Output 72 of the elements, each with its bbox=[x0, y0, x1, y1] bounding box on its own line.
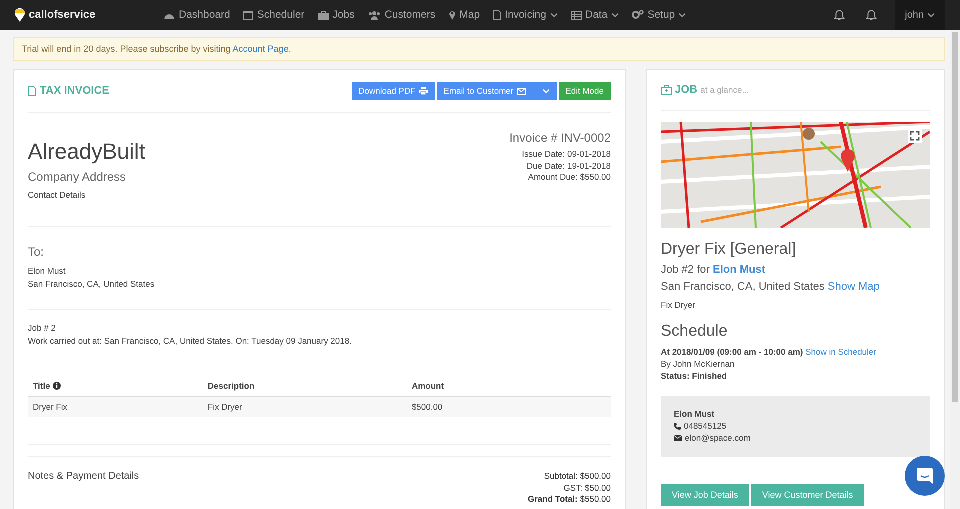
briefcase-icon bbox=[661, 85, 672, 95]
info-icon bbox=[52, 382, 61, 390]
work-location: Work carried out at: San Francisco, CA, United States. On: Tuesday 09 January 2018. bbox=[28, 335, 353, 348]
total-line: GST: $50.00 bbox=[562, 482, 611, 494]
gears-icon bbox=[632, 10, 644, 20]
nav-item[interactable]: Scheduler bbox=[243, 9, 305, 21]
caret-icon bbox=[542, 89, 550, 94]
job-number: Job # 2 bbox=[28, 322, 57, 335]
nav-item[interactable]: Invoicing bbox=[493, 9, 558, 21]
invoice-title: TAX INVOICE bbox=[40, 85, 110, 97]
recipient-name: Elon Must bbox=[28, 265, 67, 278]
chat-icon bbox=[916, 467, 934, 485]
show-in-scheduler-link[interactable]: Show in Scheduler bbox=[806, 347, 876, 357]
table-cell: $500.00 bbox=[406, 396, 611, 417]
document-icon bbox=[28, 86, 36, 96]
job-number-text: Job #2 for bbox=[661, 264, 710, 276]
caret-icon bbox=[928, 12, 935, 18]
nav-item[interactable]: Dashboard bbox=[164, 9, 230, 21]
caret-icon bbox=[550, 12, 558, 18]
company-address: Company Address bbox=[28, 170, 128, 184]
total-line: Subtotal: $500.00 bbox=[543, 471, 611, 482]
map-pin-icon bbox=[448, 10, 456, 20]
nav-item[interactable]: Setup bbox=[632, 9, 686, 21]
invoice-date-line: Due Date: 19-01-2018 bbox=[526, 160, 611, 172]
envelope-icon bbox=[516, 88, 526, 94]
table-icon bbox=[570, 10, 582, 20]
job-status: Status: Finished bbox=[661, 370, 728, 382]
job-heading: JOB bbox=[675, 84, 698, 96]
notes-heading: Notes & Payment Details bbox=[28, 471, 140, 484]
envelope-icon bbox=[674, 435, 682, 441]
invoice-date-line: Amount Due: $550.00 bbox=[527, 172, 611, 184]
briefcase-icon bbox=[318, 10, 329, 20]
table-cell: Dryer Fix bbox=[28, 396, 203, 417]
caret-icon bbox=[612, 12, 619, 18]
customer-link[interactable]: Elon Must bbox=[712, 264, 766, 276]
assigned-to: By John McKiernan bbox=[661, 358, 736, 370]
nav-item[interactable]: Map bbox=[448, 9, 480, 21]
table-cell: Fix Dryer bbox=[202, 396, 407, 417]
trial-alert: Trial will end in 20 days. Please subscribe by visiting Account Page. bbox=[13, 37, 945, 61]
logo-text[interactable]: callofservice bbox=[29, 9, 96, 21]
contact-name: Elon Must bbox=[674, 408, 716, 420]
contact-details: Contact Details bbox=[28, 190, 87, 200]
job-title: Dryer Fix [General] bbox=[661, 241, 798, 259]
contact-email: elon@space.com bbox=[685, 432, 751, 444]
invoice-date-line: Issue Date: 09-01-2018 bbox=[521, 149, 611, 160]
job-subheading: at a glance... bbox=[700, 85, 750, 95]
schedule-heading: Schedule bbox=[661, 323, 729, 341]
caret-icon bbox=[679, 12, 686, 18]
job-address: San Francisco, CA, United States bbox=[661, 281, 825, 293]
job-description: Fix Dryer bbox=[661, 299, 696, 311]
document-icon bbox=[493, 10, 502, 20]
printer-icon bbox=[418, 87, 428, 95]
to-label: To: bbox=[28, 245, 46, 259]
phone-icon bbox=[674, 422, 681, 430]
schedule-time: At 2018/01/09 (09:00 am - 10:00 am) bbox=[661, 347, 804, 357]
nav-item[interactable]: Customers bbox=[368, 9, 436, 21]
contact-phone: 048545125 bbox=[684, 420, 727, 432]
calendar-icon bbox=[243, 10, 254, 20]
show-map-link[interactable]: Show Map bbox=[828, 281, 880, 293]
nav-item[interactable]: Jobs bbox=[318, 9, 355, 21]
bell-icon[interactable] bbox=[834, 9, 846, 21]
company-name: AlreadyBuilt bbox=[28, 139, 146, 165]
fullscreen-icon[interactable] bbox=[908, 129, 922, 143]
total-line: Grand Total: $550.00 bbox=[528, 494, 611, 506]
invoice-number: Invoice # INV-0002 bbox=[510, 131, 611, 145]
nav-item[interactable]: Data bbox=[570, 9, 619, 21]
bell-icon[interactable] bbox=[866, 9, 878, 21]
recipient-address: San Francisco, CA, United States bbox=[28, 278, 156, 291]
account-page-link[interactable]: Account Page bbox=[232, 44, 289, 54]
user-menu[interactable]: john bbox=[895, 0, 945, 30]
users-icon bbox=[368, 10, 381, 20]
logo-icon[interactable] bbox=[14, 8, 26, 22]
